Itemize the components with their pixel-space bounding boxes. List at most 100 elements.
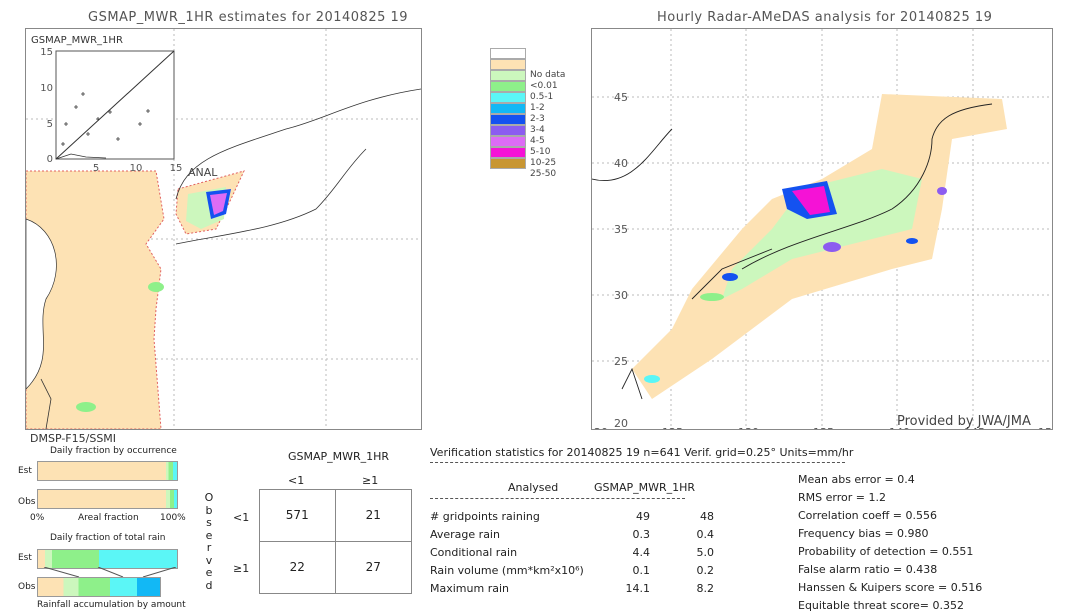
scatter-inset: [55, 50, 175, 160]
stat-analysed: 0.1: [632, 564, 651, 577]
stat-label: Conditional rain: [430, 546, 518, 559]
stat-analysed: 14.1: [625, 582, 651, 595]
lat-label: 35: [614, 223, 628, 236]
cell-false-alarm: 21: [335, 490, 411, 542]
stat-label: Maximum rain: [430, 582, 509, 595]
lon-label: 20: [594, 426, 608, 429]
legend-swatch: [490, 125, 526, 136]
inset-ytick: 15: [40, 47, 53, 58]
legend-label: 3-4: [530, 125, 545, 135]
divider: [430, 462, 845, 463]
legend-swatch: [490, 158, 526, 169]
right-map: 45 40 35 30 25 20 125 130 135 140 145 15…: [591, 28, 1053, 439]
score-item: Frequency bias = 0.980: [798, 527, 929, 540]
inset-xtick: 10: [130, 163, 143, 174]
legend-label: <0.01: [530, 81, 558, 91]
col-label: ≥1: [362, 474, 379, 487]
divider: [430, 498, 685, 499]
lon-label: 130: [738, 426, 759, 429]
lon-label: 15: [1038, 426, 1052, 429]
total-rain-title: Daily fraction of total rain: [50, 533, 166, 543]
legend-label: 25-50: [530, 169, 557, 179]
right-map-canvas: 45 40 35 30 25 20 125 130 135 140 145 15…: [591, 29, 1052, 439]
legend-label: 5-10: [530, 147, 551, 157]
satellite-label: DMSP-F15/SSMI: [30, 432, 117, 445]
legend-swatch: [490, 70, 526, 81]
axis-right: 100%: [160, 513, 186, 523]
stat-analysed: 49: [636, 510, 650, 523]
est-label: Est: [18, 466, 32, 476]
lat-label: 25: [614, 355, 628, 368]
occurrence-title: Daily fraction by occurrence: [50, 446, 177, 456]
score-item: Probability of detection = 0.551: [798, 545, 974, 558]
inset-ytick: 5: [47, 119, 53, 130]
legend-swatch: [490, 59, 526, 70]
score-item: Mean abs error = 0.4: [798, 473, 915, 486]
side-letter: r: [206, 541, 212, 554]
score-item: Equitable threat score= 0.352: [798, 599, 964, 612]
side-letter: O: [204, 491, 214, 504]
contingency-table: 571 21 22 27: [259, 489, 412, 594]
cell-hits-neg: 571: [260, 490, 336, 542]
legend-swatch: [490, 103, 526, 114]
axis-left: 0%: [30, 513, 45, 523]
lat-label: 40: [614, 157, 628, 170]
cell-hit: 27: [365, 560, 381, 575]
lat-bottom-label: 20: [614, 417, 628, 429]
col-label: <1: [288, 474, 305, 487]
legend-label: 0.5-1: [530, 92, 554, 102]
row-label: ≥1: [233, 562, 250, 575]
stat-analysed: 4.4: [632, 546, 651, 559]
side-letter: d: [205, 578, 213, 592]
credit: Provided by JWA/JMA: [897, 414, 1031, 429]
inset-ytick: 10: [40, 83, 53, 94]
legend-swatch: [490, 114, 526, 125]
legend-swatch: [490, 147, 526, 158]
total-rain-footer: Rainfall accumulation by amount: [37, 600, 186, 610]
occurrence-obs-bar: [37, 489, 178, 509]
left-map-canvas: GSMAP_MWR_1HR 15 10 5 0 5 10 15 ANAL: [25, 29, 422, 430]
total-rain-est-bar: [37, 549, 178, 569]
lon-label: 135: [813, 426, 834, 429]
occurrence-est-bar: [37, 461, 178, 481]
right-map-title: Hourly Radar-AMeDAS analysis for 2014082…: [657, 10, 993, 25]
score-item: Correlation coeff = 0.556: [798, 509, 937, 522]
legend-label: 10-25: [530, 158, 557, 168]
stat-label: Rain volume (mm*km²x10⁶): [430, 564, 584, 577]
legend-swatch: [490, 48, 526, 59]
stat-gsmap: 8.2: [696, 582, 715, 595]
stat-gsmap: 5.0: [696, 546, 715, 559]
lat-label: 45: [614, 91, 628, 104]
score-item: False alarm ratio = 0.438: [798, 563, 938, 576]
side-letter: s: [206, 516, 212, 529]
legend-label: 2-3: [530, 114, 545, 124]
left-map-title: GSMAP_MWR_1HR estimates for 20140825 19: [88, 10, 409, 25]
score-item: RMS error = 1.2: [798, 491, 886, 504]
col-gsmap: GSMAP_MWR_1HR: [594, 481, 696, 494]
legend-label: No data: [530, 70, 566, 80]
stats-header: Verification statistics for 20140825 19 …: [430, 446, 854, 459]
left-map: GSMAP_MWR_1HR 15 10 5 0 5 10 15 ANAL: [25, 28, 422, 430]
side-letter: e: [205, 566, 213, 579]
lon-label: 125: [662, 426, 683, 429]
stat-gsmap: 0.4: [696, 528, 715, 541]
stat-gsmap: 0.2: [696, 564, 715, 577]
color-legend: No data <0.01 0.5-1 1-2 2-3 3-4 4-5 5-10 10-25 25…: [490, 48, 570, 179]
legend-label: 1-2: [530, 103, 545, 113]
inset-xtick: 5: [93, 163, 99, 174]
cell-miss: 22: [260, 541, 336, 593]
verification-figure: GSMAP_MWR_1HR estimates for 20140825 19: [0, 0, 1080, 612]
lat-label: 30: [614, 289, 628, 302]
inset-xtick: 15: [170, 163, 183, 174]
legend-swatch: [490, 81, 526, 92]
row-label: <1: [233, 511, 250, 524]
stat-gsmap: 48: [700, 510, 714, 523]
connector-lines: [43, 567, 177, 577]
axis-mid: Areal fraction: [78, 513, 139, 523]
stat-analysed: 0.3: [632, 528, 651, 541]
inset-label: GSMAP_MWR_1HR: [31, 35, 123, 46]
legend-swatch: [490, 136, 526, 147]
anal-label: ANAL: [188, 166, 218, 179]
stat-label: # gridpoints raining: [430, 510, 540, 523]
est-label: Est: [18, 553, 32, 563]
